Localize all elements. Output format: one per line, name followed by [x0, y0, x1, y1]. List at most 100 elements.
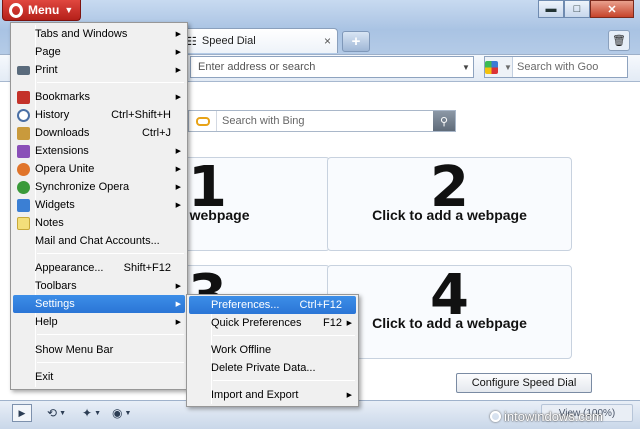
widgets-icon — [17, 198, 30, 212]
menu-item-label: Opera Unite — [35, 163, 95, 175]
turbo-icon[interactable]: ◉ ▼ — [112, 404, 131, 422]
menu-item-mail-and-chat[interactable]: Mail and Chat Accounts... — [13, 232, 185, 250]
submenu-item-import-export[interactable]: Import and Export ▶ — [189, 386, 356, 404]
menu-button-label: Menu — [28, 3, 60, 17]
menu-item-label: Synchronize Opera — [35, 181, 130, 193]
menu-item-label: Preferences... — [211, 299, 280, 311]
menu-item-widgets[interactable]: Widgets ▶ — [13, 196, 185, 214]
tab-speed-dial[interactable]: ☷ Speed Dial × — [180, 28, 338, 53]
watermark-logo-icon — [490, 411, 501, 422]
bing-icon[interactable] — [189, 111, 217, 131]
submenu-arrow-icon: ▶ — [175, 49, 181, 56]
extensions-icon — [17, 144, 30, 158]
menu-item-page[interactable]: Page ▶ — [13, 43, 185, 61]
menu-item-shortcut: Ctrl+F12 — [299, 299, 343, 311]
submenu-arrow-icon: ▶ — [175, 148, 181, 155]
submenu-item-quick-preferences[interactable]: Quick Preferences F12 ▶ — [189, 314, 356, 332]
submenu-item-delete-private-data[interactable]: Delete Private Data... — [189, 359, 356, 377]
menu-item-label: Exit — [35, 371, 54, 383]
menu-item-label: Print — [35, 64, 58, 76]
address-placeholder: Enter address or search — [198, 61, 316, 73]
chevron-down-icon: ▼ — [504, 62, 512, 72]
history-icon — [17, 108, 30, 122]
speed-dial-tab-icon: ☷ — [187, 35, 197, 48]
trash-icon[interactable]: 🗑 — [608, 30, 630, 51]
menu-item-label: Quick Preferences — [211, 317, 302, 329]
google-icon — [485, 60, 499, 74]
menu-item-appearance[interactable]: Appearance... Shift+F12 — [13, 259, 185, 277]
tile-label: Click to add a webpage — [372, 315, 527, 331]
menu-item-history[interactable]: History Ctrl+Shift+H — [13, 106, 185, 124]
menu-item-label: Page — [35, 46, 61, 58]
opera-main-menu: Tabs and Windows ▶ Page ▶ Print ▶ Bookma… — [10, 22, 188, 390]
submenu-arrow-icon: ▶ — [175, 31, 181, 38]
submenu-arrow-icon: ▶ — [175, 94, 181, 101]
menu-item-shortcut: Ctrl+Shift+H — [111, 109, 171, 121]
submenu-item-work-offline[interactable]: Work Offline — [189, 341, 356, 359]
menu-item-help[interactable]: Help ▶ — [13, 313, 185, 331]
address-dropdown-icon[interactable]: ▼ — [459, 63, 473, 72]
new-tab-button[interactable]: + — [342, 31, 370, 52]
menu-item-notes[interactable]: Notes — [13, 214, 185, 232]
sync-icon[interactable]: ⟲ ▼ — [47, 404, 66, 422]
menu-item-label: Tabs and Windows — [35, 28, 128, 40]
menu-item-extensions[interactable]: Extensions ▶ — [13, 142, 185, 160]
menu-item-label: Help — [35, 316, 58, 328]
tile-label: Click to add a webpage — [372, 207, 527, 223]
unite-icon[interactable]: ✦ ▼ — [82, 404, 101, 422]
speed-dial-tile-4[interactable]: 4 Click to add a webpage — [327, 265, 572, 359]
menu-item-label: Bookmarks — [35, 91, 91, 103]
speed-dial-search-input[interactable]: Search with Bing ⚲ — [188, 110, 456, 132]
menu-item-exit[interactable]: Exit — [13, 368, 185, 386]
address-field[interactable]: Enter address or search ▼ — [190, 56, 474, 78]
menu-item-label: Mail and Chat Accounts... — [35, 235, 160, 247]
panel-toggle-icon[interactable]: ▶ — [12, 404, 32, 422]
menu-item-label: Work Offline — [211, 344, 272, 356]
configure-speed-dial-button[interactable]: Configure Speed Dial — [456, 373, 592, 393]
menu-item-label: Notes — [35, 217, 64, 229]
menu-item-label: History — [35, 109, 70, 121]
tab-close-icon[interactable]: × — [324, 34, 331, 48]
menu-item-synchronize-opera[interactable]: Synchronize Opera ▶ — [13, 178, 185, 196]
menu-item-label: Appearance... — [35, 262, 104, 274]
search-engine-selector[interactable]: ▼ — [485, 57, 513, 77]
settings-submenu: Preferences... Ctrl+F12 Quick Preference… — [186, 294, 359, 407]
unite-icon — [17, 162, 30, 176]
menu-item-shortcut: Shift+F12 — [123, 262, 171, 274]
menu-item-label: Show Menu Bar — [35, 344, 114, 356]
menu-item-bookmarks[interactable]: Bookmarks ▶ — [13, 88, 185, 106]
submenu-arrow-icon: ▶ — [175, 184, 181, 191]
menu-item-shortcut: F12 — [323, 317, 342, 329]
downloads-icon — [17, 126, 30, 140]
menu-item-label: Extensions — [35, 145, 89, 157]
submenu-arrow-icon: ▶ — [175, 283, 181, 290]
sync-icon — [17, 180, 30, 194]
window-controls: ▬ □ ✕ — [538, 0, 634, 19]
minimize-button[interactable]: ▬ — [538, 0, 564, 18]
notes-icon — [17, 216, 30, 230]
opera-menu-button[interactable]: Menu ▼ — [2, 0, 81, 21]
menu-item-label: Delete Private Data... — [211, 362, 316, 374]
close-button[interactable]: ✕ — [590, 0, 634, 18]
menu-item-shortcut: Ctrl+J — [141, 127, 171, 139]
maximize-button[interactable]: □ — [564, 0, 590, 18]
speed-dial-tile-2[interactable]: 2 Click to add a webpage — [327, 157, 572, 251]
menu-item-label: Widgets — [35, 199, 75, 211]
menu-item-opera-unite[interactable]: Opera Unite ▶ — [13, 160, 185, 178]
submenu-item-preferences[interactable]: Preferences... Ctrl+F12 — [189, 296, 356, 314]
menu-item-print[interactable]: Print ▶ — [13, 61, 185, 79]
search-icon[interactable]: ⚲ — [433, 111, 455, 131]
menu-item-settings[interactable]: Settings ▶ — [13, 295, 185, 313]
menu-item-downloads[interactable]: Downloads Ctrl+J — [13, 124, 185, 142]
menu-item-label: Import and Export — [211, 389, 299, 401]
submenu-arrow-icon: ▶ — [175, 67, 181, 74]
submenu-arrow-icon: ▶ — [346, 392, 352, 399]
menu-item-toolbars[interactable]: Toolbars ▶ — [13, 277, 185, 295]
menu-item-tabs-and-windows[interactable]: Tabs and Windows ▶ — [13, 25, 185, 43]
speed-dial-search-placeholder: Search with Bing — [222, 115, 305, 127]
submenu-arrow-icon: ▶ — [175, 202, 181, 209]
menu-item-show-menu-bar[interactable]: Show Menu Bar — [13, 341, 185, 359]
search-field[interactable]: ▼ Search with Goo — [484, 56, 628, 78]
watermark: intowindows.com — [490, 409, 603, 424]
submenu-arrow-icon: ▶ — [175, 301, 181, 308]
